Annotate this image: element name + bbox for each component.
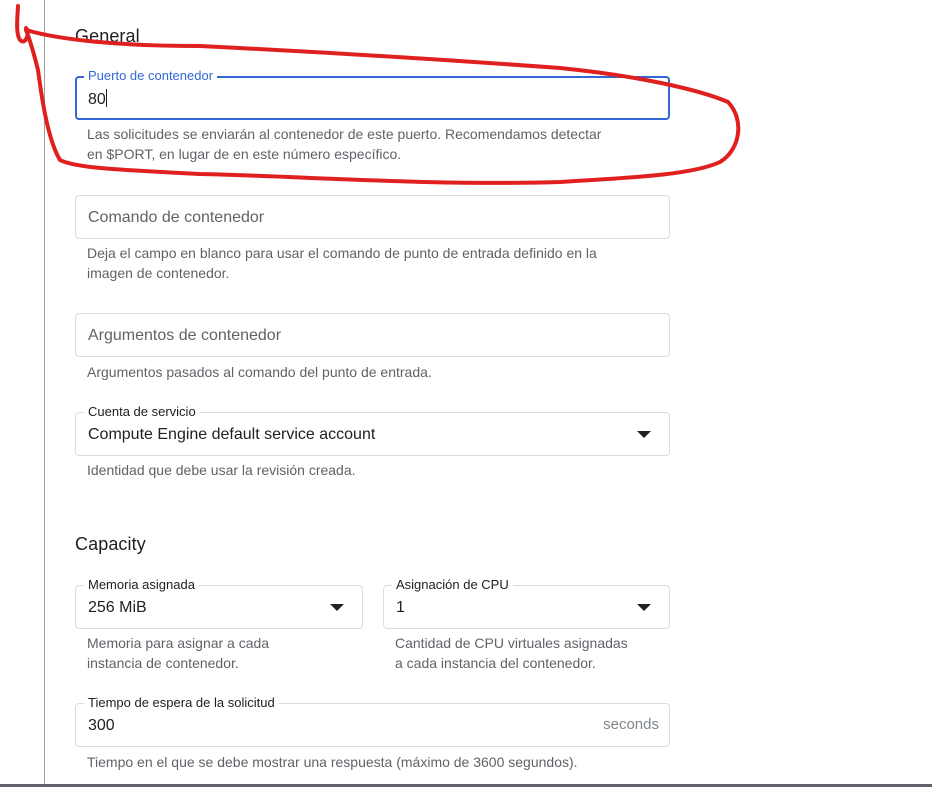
container-command-hint-line1: Deja el campo en blanco para usar el com…	[87, 245, 597, 261]
request-timeout-suffix: seconds	[603, 716, 659, 733]
text-cursor	[105, 89, 107, 107]
dropdown-caret-icon[interactable]	[637, 604, 651, 611]
general-section-title: General	[75, 26, 140, 46]
container-port-input[interactable]: 80	[88, 89, 107, 110]
annotation-hook-stroke	[15, 4, 30, 44]
dropdown-caret-icon[interactable]	[330, 604, 344, 611]
service-account-label: Cuenta de servicio	[84, 404, 200, 420]
cpu-hint-line1: Cantidad de CPU virtuales asignadas	[395, 635, 628, 651]
container-port-value: 80	[88, 91, 106, 108]
request-timeout-value[interactable]: 300	[88, 716, 115, 736]
container-port-hint-line1: Las solicitudes se enviarán al contenedo…	[87, 126, 602, 142]
dropdown-caret-icon[interactable]	[637, 431, 651, 438]
cpu-hint-line2: a cada instancia del contenedor.	[395, 655, 596, 671]
memory-hint-line1: Memoria para asignar a cada	[87, 635, 270, 651]
memory-select[interactable]: Memoria asignada 256 MiB	[75, 577, 363, 629]
request-timeout-hint: Tiempo en el que se debe mostrar una res…	[87, 754, 578, 770]
memory-hint-line2: instancia de contenedor.	[87, 655, 239, 671]
service-account-hint: Identidad que debe usar la revisión crea…	[87, 462, 356, 478]
request-timeout-label: Tiempo de espera de la solicitud	[84, 695, 279, 711]
container-port-field[interactable]: Puerto de contenedor 80	[75, 68, 670, 120]
container-command-placeholder: Comando de contenedor	[88, 209, 265, 226]
container-command-field[interactable]: Comando de contenedor	[75, 195, 670, 239]
cpu-select[interactable]: Asignación de CPU 1	[383, 577, 670, 629]
container-arguments-hint: Argumentos pasados al comando del punto …	[87, 364, 432, 380]
memory-value: 256 MiB	[88, 599, 147, 616]
container-arguments-field[interactable]: Argumentos de contenedor	[75, 313, 670, 357]
cpu-label: Asignación de CPU	[392, 577, 513, 593]
capacity-section-title: Capacity	[75, 534, 146, 554]
container-command-hint: Deja el campo en blanco para usar el com…	[87, 243, 597, 283]
container-port-hint: Las solicitudes se enviarán al contenedo…	[87, 124, 601, 164]
container-arguments-placeholder: Argumentos de contenedor	[88, 327, 282, 344]
container-port-hint-line2: en $PORT, en lugar de en este número esp…	[87, 146, 402, 162]
request-timeout-field[interactable]: Tiempo de espera de la solicitud 300 sec…	[75, 695, 670, 747]
service-account-value: Compute Engine default service account	[88, 426, 376, 443]
cpu-value: 1	[396, 599, 405, 616]
memory-hint: Memoria para asignar a cada instancia de…	[87, 633, 269, 673]
memory-label: Memoria asignada	[84, 577, 199, 593]
container-port-label: Puerto de contenedor	[84, 68, 218, 84]
service-account-select[interactable]: Cuenta de servicio Compute Engine defaul…	[75, 404, 670, 456]
left-divider	[44, 0, 45, 787]
container-command-hint-line2: imagen de contenedor.	[87, 265, 230, 281]
cpu-hint: Cantidad de CPU virtuales asignadas a ca…	[395, 633, 628, 673]
